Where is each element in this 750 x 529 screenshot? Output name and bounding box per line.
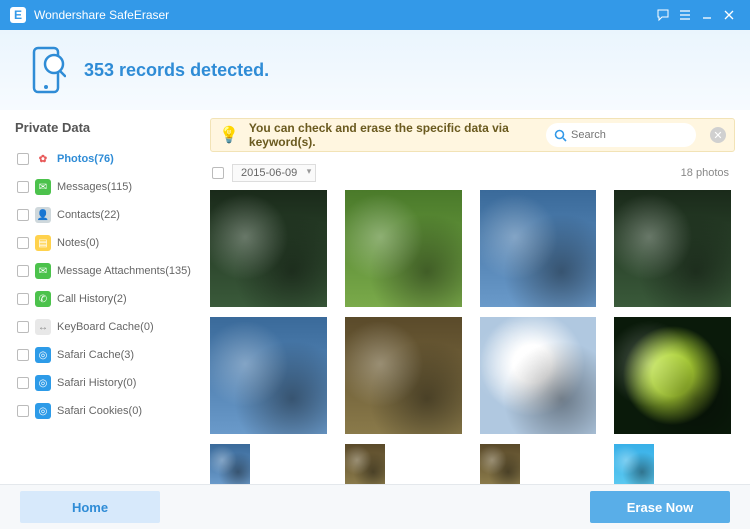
sidebar: Private Data ✿ Photos(76) ✉ Messages(115) 👤 C… (0, 110, 210, 484)
sidebar-item-2[interactable]: 👤 Contacts(22) (15, 201, 195, 229)
sidebar-item-icon: ✉ (35, 179, 51, 195)
sidebar-item-label: Safari Cookies(0) (57, 405, 142, 417)
sidebar-item-icon: ▤ (35, 235, 51, 251)
sidebar-item-checkbox[interactable] (17, 209, 29, 221)
photo-count-label: 18 photos (681, 167, 729, 179)
photo-owl[interactable] (345, 444, 385, 484)
footer: Home Erase Now (0, 484, 750, 529)
sidebar-item-1[interactable]: ✉ Messages(115) (15, 173, 195, 201)
photo-tree-frog[interactable] (614, 317, 731, 434)
sidebar-item-icon: 👤 (35, 207, 51, 223)
sidebar-item-checkbox[interactable] (17, 265, 29, 277)
sidebar-item-3[interactable]: ▤ Notes(0) (15, 229, 195, 257)
main-panel: 💡 You can check and erase the specific d… (210, 110, 750, 484)
app-title: Wondershare SafeEraser (34, 8, 169, 22)
sidebar-item-icon: ↔ (35, 319, 51, 335)
photo-chimp-portrait[interactable] (480, 190, 597, 307)
sidebar-item-checkbox[interactable] (17, 153, 29, 165)
sidebar-item-label: Photos(76) (57, 153, 114, 165)
photo-owl-branch[interactable] (480, 444, 520, 484)
tip-bar: 💡 You can check and erase the specific d… (210, 118, 735, 152)
sidebar-item-label: Safari History(0) (57, 377, 136, 389)
sidebar-item-checkbox[interactable] (17, 321, 29, 333)
photo-seagull[interactable] (480, 317, 597, 434)
photo-young-chimp[interactable] (614, 190, 731, 307)
phone-scan-icon (30, 46, 66, 94)
hero-banner: 353 records detected. (0, 30, 750, 110)
sidebar-item-checkbox[interactable] (17, 377, 29, 389)
sidebar-item-7[interactable]: ◎ Safari Cache(3) (15, 341, 195, 369)
date-group-header: 2015-06-09 18 photos (210, 164, 735, 182)
sidebar-item-0[interactable]: ✿ Photos(76) (15, 145, 195, 173)
sidebar-item-8[interactable]: ◎ Safari History(0) (15, 369, 195, 397)
sidebar-item-icon: ◎ (35, 375, 51, 391)
sidebar-item-checkbox[interactable] (17, 405, 29, 417)
sidebar-item-label: Safari Cache(3) (57, 349, 134, 361)
sidebar-item-checkbox[interactable] (17, 181, 29, 193)
sidebar-item-5[interactable]: ✆ Call History(2) (15, 285, 195, 313)
tip-text: You can check and erase the specific dat… (249, 121, 536, 149)
feedback-icon[interactable] (652, 4, 674, 26)
sidebar-item-icon: ✆ (35, 291, 51, 307)
sidebar-item-icon: ◎ (35, 403, 51, 419)
sidebar-item-icon: ✿ (35, 151, 51, 167)
photo-parrots[interactable] (614, 444, 654, 484)
clear-search-icon[interactable]: ✕ (710, 127, 726, 143)
search-box[interactable] (546, 123, 696, 147)
lightbulb-icon: 💡 (219, 125, 239, 145)
sidebar-item-label: Contacts(22) (57, 209, 120, 221)
sidebar-item-checkbox[interactable] (17, 237, 29, 249)
photo-bear-closeup[interactable] (345, 317, 462, 434)
search-input[interactable] (571, 129, 661, 141)
sidebar-title: Private Data (15, 120, 195, 135)
sidebar-item-6[interactable]: ↔ KeyBoard Cache(0) (15, 313, 195, 341)
sidebar-item-9[interactable]: ◎ Safari Cookies(0) (15, 397, 195, 425)
sidebar-item-checkbox[interactable] (17, 349, 29, 361)
menu-icon[interactable] (674, 4, 696, 26)
sidebar-item-label: Notes(0) (57, 237, 99, 249)
sidebar-item-label: Call History(2) (57, 293, 127, 305)
home-button[interactable]: Home (20, 491, 160, 523)
sidebar-item-4[interactable]: ✉ Message Attachments(135) (15, 257, 195, 285)
sidebar-item-checkbox[interactable] (17, 293, 29, 305)
titlebar: E Wondershare SafeEraser (0, 0, 750, 30)
close-button[interactable] (718, 4, 740, 26)
photo-bear-splash[interactable] (210, 317, 327, 434)
records-detected-text: 353 records detected. (84, 60, 269, 81)
minimize-button[interactable] (696, 4, 718, 26)
sidebar-item-label: Message Attachments(135) (57, 265, 191, 277)
date-group-checkbox[interactable] (212, 167, 224, 179)
sidebar-item-icon: ◎ (35, 347, 51, 363)
search-icon (554, 129, 567, 142)
sidebar-item-label: Messages(115) (57, 181, 132, 193)
date-picker[interactable]: 2015-06-09 (232, 164, 316, 182)
sidebar-item-icon: ✉ (35, 263, 51, 279)
photo-gorilla-face[interactable] (210, 190, 327, 307)
sidebar-item-label: KeyBoard Cache(0) (57, 321, 154, 333)
photo-primate-mother[interactable] (345, 190, 462, 307)
photo-egret[interactable] (210, 444, 250, 484)
photo-grid (210, 190, 735, 484)
erase-now-button[interactable]: Erase Now (590, 491, 730, 523)
app-logo-icon: E (10, 7, 26, 23)
